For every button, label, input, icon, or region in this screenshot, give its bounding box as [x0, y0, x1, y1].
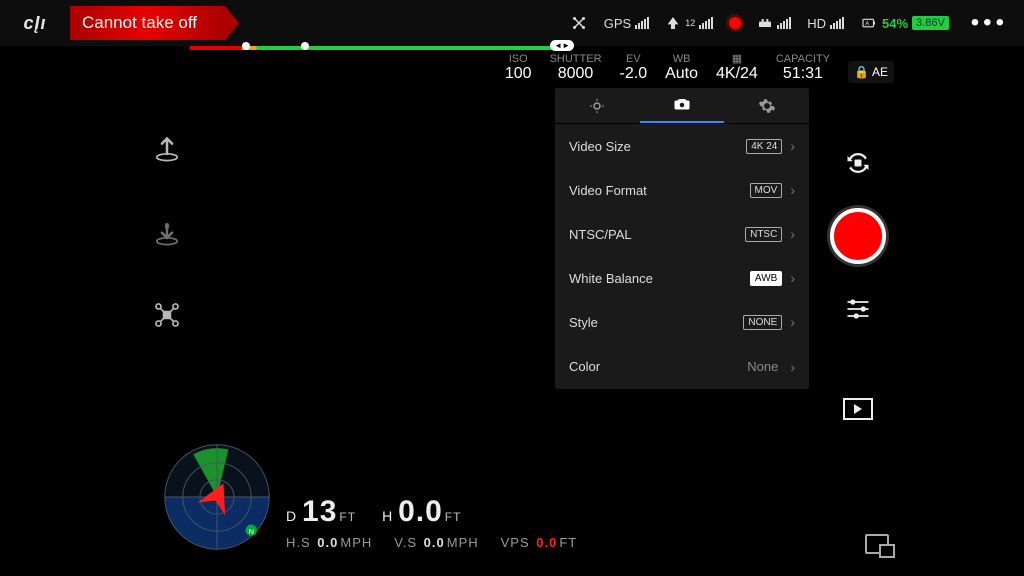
ev-label: EV	[620, 53, 648, 65]
row-video-size[interactable]: Video Size 4K 24 ›	[555, 124, 809, 168]
vps-unit: FT	[559, 535, 577, 550]
hd-label: HD	[807, 16, 826, 31]
res-icon: ▦	[716, 52, 758, 65]
hd-signal-indicator[interactable]: HD	[807, 16, 844, 31]
left-flight-actions: H	[150, 130, 184, 332]
remote-signal-indicator[interactable]	[757, 15, 791, 31]
height-unit: FT	[445, 510, 462, 524]
chevron-right-icon: ›	[790, 314, 795, 330]
vs-label: V.S	[394, 535, 417, 550]
wb-value: Auto	[665, 65, 698, 83]
vs-unit: MPH	[447, 535, 479, 550]
attitude-radar[interactable]: N	[160, 440, 274, 554]
tab-exposure[interactable]	[555, 88, 640, 123]
height-label: H	[382, 508, 393, 524]
rc-signal-bars	[699, 17, 713, 29]
svg-text:A: A	[865, 21, 869, 27]
hs-unit: MPH	[340, 535, 372, 550]
auto-takeoff-button[interactable]	[150, 130, 184, 164]
row-style[interactable]: Style NONE ›	[555, 300, 809, 344]
rc-signal-indicator[interactable]: 12	[665, 15, 713, 31]
row-value: None	[743, 358, 782, 375]
chevron-right-icon: ›	[790, 270, 795, 286]
health-marker: ◄►	[550, 40, 574, 51]
vps-label: VPS	[501, 535, 530, 550]
wb-label: WB	[665, 53, 698, 65]
lock-icon: 🔒	[854, 65, 869, 79]
row-value: AWB	[750, 271, 782, 286]
row-value: NTSC	[745, 227, 782, 242]
distance-unit: FT	[339, 510, 356, 524]
row-label: White Balance	[569, 271, 653, 286]
row-label: Video Size	[569, 139, 631, 154]
resolution-value: 4K/24	[716, 65, 758, 83]
gps-indicator[interactable]: GPS	[604, 16, 649, 31]
flight-status-banner[interactable]: Cannot take off	[70, 6, 225, 40]
distance-label: D	[286, 508, 297, 524]
top-bar: cĮı Cannot take off GPS 12 HD	[0, 0, 1024, 46]
ev-value: -2.0	[620, 65, 648, 83]
iso-label: ISO	[505, 53, 532, 65]
row-value: 4K 24	[746, 139, 782, 154]
record-dot-icon	[729, 17, 741, 29]
row-value: MOV	[750, 183, 783, 198]
shutter-value: 8000	[550, 65, 602, 83]
chevron-right-icon: ›	[790, 226, 795, 242]
gps-label: GPS	[604, 16, 631, 31]
tab-video[interactable]	[640, 88, 725, 123]
chevron-right-icon: ›	[790, 359, 795, 375]
svg-text:H: H	[164, 221, 170, 230]
remote-signal-bars	[777, 17, 791, 29]
iso-value: 100	[505, 65, 532, 83]
switch-photo-video-button[interactable]	[843, 148, 873, 178]
row-value: NONE	[743, 315, 782, 330]
ae-lock-button[interactable]: 🔒 AE	[848, 61, 894, 83]
capacity-label: CAPACITY	[776, 53, 830, 65]
row-label: Video Format	[569, 183, 647, 198]
flight-mode-icon[interactable]	[570, 14, 588, 32]
capacity-value: 51:31	[776, 65, 830, 83]
telemetry-readout: D 13FT H 0.0FT H.S 0.0MPH V.S 0.0MPH VPS…	[286, 495, 577, 550]
hd-signal-bars	[830, 17, 844, 29]
rc-satellite-count: 12	[685, 18, 695, 28]
battery-health-bar[interactable]: ◄►	[190, 46, 560, 50]
recording-indicator	[729, 17, 741, 29]
row-ntsc-pal[interactable]: NTSC/PAL NTSC ›	[555, 212, 809, 256]
chevron-right-icon: ›	[790, 182, 795, 198]
battery-voltage: 3.86V	[912, 16, 949, 30]
row-label: NTSC/PAL	[569, 227, 632, 242]
dji-logo: cĮı	[0, 13, 70, 34]
row-video-format[interactable]: Video Format MOV ›	[555, 168, 809, 212]
camera-sidebar	[822, 88, 894, 556]
battery-percent: 54%	[882, 16, 908, 31]
vs-value: 0.0	[424, 535, 445, 550]
hs-value: 0.0	[317, 535, 338, 550]
hs-label: H.S	[286, 535, 311, 550]
gps-signal-bars	[635, 17, 649, 29]
vps-value: 0.0	[536, 535, 557, 550]
intelligent-flight-button[interactable]	[150, 298, 184, 332]
record-button[interactable]	[830, 208, 886, 264]
row-color[interactable]: Color None ›	[555, 344, 809, 389]
row-white-balance[interactable]: White Balance AWB ›	[555, 256, 809, 300]
tab-settings[interactable]	[724, 88, 809, 123]
battery-indicator[interactable]: A 54% 3.86V	[860, 14, 949, 32]
camera-info-strip[interactable]: ISO100 SHUTTER8000 EV-2.0 WBAuto ▦4K/24 …	[505, 52, 894, 83]
chevron-right-icon: ›	[790, 138, 795, 154]
general-settings-button[interactable]: •••	[963, 9, 1024, 37]
svg-text:N: N	[248, 527, 253, 536]
camera-settings-panel: Video Size 4K 24 › Video Format MOV › NTSC/P…	[555, 88, 809, 389]
shutter-label: SHUTTER	[550, 53, 602, 65]
return-home-button[interactable]: H	[150, 214, 184, 248]
map-toggle-button[interactable]	[865, 534, 889, 554]
camera-settings-button[interactable]	[843, 294, 873, 324]
playback-button[interactable]	[843, 394, 873, 424]
ae-lock-label: AE	[872, 65, 888, 79]
row-label: Color	[569, 359, 600, 374]
distance-value: 13	[302, 495, 337, 528]
height-value: 0.0	[398, 495, 443, 528]
row-label: Style	[569, 315, 598, 330]
